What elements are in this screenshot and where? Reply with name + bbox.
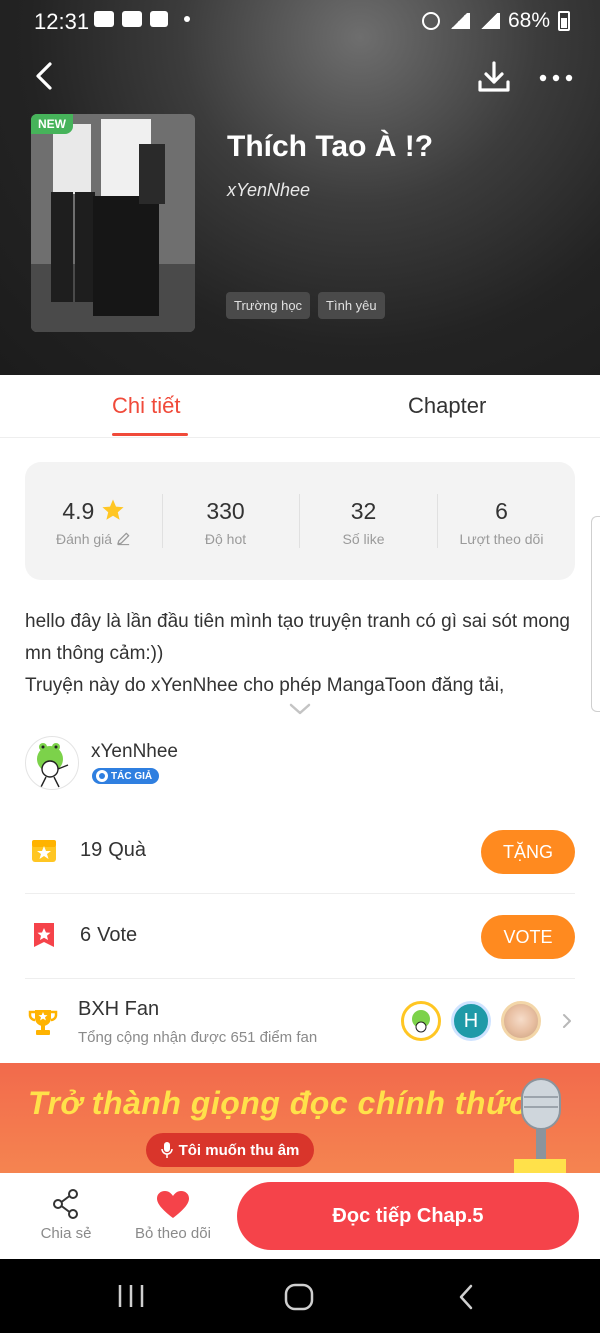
wifi-signal-icon <box>477 13 500 29</box>
recent-apps-icon[interactable] <box>116 1283 146 1309</box>
star-icon <box>102 499 124 520</box>
back-arrow-icon[interactable] <box>28 58 64 94</box>
stat-rating-value-row: 4.9 <box>25 498 162 525</box>
stat-hot-label: Độ hot <box>204 531 247 547</box>
author-role-badge: TÁC GIẢ <box>92 768 160 784</box>
stat-followers-label: Lượt theo dõi <box>459 531 544 547</box>
cover-illustration <box>31 114 195 332</box>
gift-row: 19 Quà TẶNG <box>25 809 575 894</box>
continue-reading-button[interactable]: Đọc tiếp Chap.5 <box>237 1182 579 1250</box>
book-title: Thích Tao À !? <box>227 130 434 163</box>
trophy-icon <box>28 1010 58 1035</box>
fan-ranking-subtitle: Tổng cộng nhận được 651 điểm fan <box>78 1029 318 1046</box>
book-header: 12:31 68% NEW Thích Tao À !? xYenNhee Tr… <box>0 0 600 375</box>
more-notifications-dot-icon <box>184 16 190 22</box>
book-author[interactable]: xYenNhee <box>227 180 310 201</box>
camera-notification-icon <box>94 11 114 27</box>
folder-notification-icon <box>150 11 168 27</box>
chevron-right-icon <box>563 1014 571 1028</box>
vote-row: 6 Vote VOTE <box>25 894 575 979</box>
book-cover-image[interactable] <box>31 114 195 332</box>
vote-ticket-icon <box>34 923 54 947</box>
fan-ranking-row[interactable]: BXH Fan Tổng cộng nhận được 651 điểm fan… <box>25 980 575 1062</box>
top-fan-avatar-3[interactable] <box>501 1001 541 1041</box>
stat-likes-label: Số like <box>342 531 385 547</box>
stat-followers-value: 6 <box>495 498 508 524</box>
stat-followers: 6 Lượt theo dõi <box>433 462 570 580</box>
system-back-icon[interactable] <box>456 1283 476 1311</box>
stats-card: 4.9 Đánh giá 330 Độ hot 32 Số like 6 Lượ… <box>25 462 575 580</box>
unfollow-label: Bỏ theo dõi <box>135 1225 211 1242</box>
battery-percentage: 68% <box>507 9 550 32</box>
edit-pencil-icon <box>117 532 130 546</box>
alarm-icon <box>421 12 440 30</box>
description-line-2: Truyện này do xYenNhee cho phép MangaToo… <box>25 675 505 696</box>
tab-chapter[interactable]: Chapter <box>408 393 486 419</box>
detail-tabs: Chi tiết Chapter <box>0 375 600 438</box>
gift-count: 19 <box>80 839 103 861</box>
vote-count-text: 6 Vote <box>80 924 143 947</box>
gift-label: Quà <box>108 839 147 861</box>
status-bar: 12:31 68% <box>0 0 600 44</box>
record-button-label: Tôi muốn thu âm <box>178 1141 300 1159</box>
stat-rating-label: Đánh giá <box>56 531 113 547</box>
stat-hot: 330 Độ hot <box>157 462 294 580</box>
active-tab-indicator <box>112 433 188 436</box>
record-button[interactable]: Tôi muốn thu âm <box>146 1133 314 1167</box>
frog-avatar-illustration <box>37 743 69 788</box>
microphone-icon <box>160 1142 173 1158</box>
stat-rating[interactable]: 4.9 Đánh giá <box>25 462 162 580</box>
expand-chevron-down-icon[interactable] <box>288 702 312 716</box>
battery-icon <box>558 11 570 31</box>
description-line-1: hello đây là lần đầu tiên mình tạo truyệ… <box>25 611 570 664</box>
tab-details[interactable]: Chi tiết <box>112 393 180 419</box>
author-row[interactable]: xYenNhee TÁC GIẢ <box>25 736 575 796</box>
heart-icon <box>157 1191 189 1218</box>
download-icon[interactable] <box>474 58 514 98</box>
stat-likes-value: 32 <box>350 498 377 524</box>
stat-hot-value: 330 <box>206 498 245 524</box>
gift-count-text: 19 Quà <box>80 839 152 862</box>
studio-microphone-illustration <box>514 1078 566 1173</box>
give-gift-button[interactable]: TẶNG <box>481 830 575 874</box>
book-description: hello đây là lần đầu tiên mình tạo truyệ… <box>25 606 585 702</box>
stat-rating-value: 4.9 <box>62 498 95 524</box>
system-icons: 68% <box>421 9 570 33</box>
new-badge: NEW <box>31 114 73 134</box>
author-avatar[interactable] <box>25 736 79 790</box>
fan-avatar-letter: H <box>463 1010 479 1032</box>
share-label: Chia sẻ <box>40 1225 92 1242</box>
unfollow-button[interactable]: Bỏ theo dõi <box>128 1187 218 1251</box>
voice-actor-banner[interactable]: Trở thành giọng đọc chính thức! Tôi muốn… <box>0 1063 600 1173</box>
mute-icon <box>447 13 470 29</box>
stat-rating-label-row: Đánh giá <box>25 531 162 547</box>
author-name[interactable]: xYenNhee <box>91 741 178 763</box>
genre-tags: Trường học Tình yêu <box>226 292 385 319</box>
genre-tag-romance[interactable]: Tình yêu <box>318 292 385 319</box>
notification-icons <box>94 11 190 27</box>
vote-button[interactable]: VOTE <box>481 915 575 959</box>
bottom-action-bar: Chia sẻ Bỏ theo dõi Đọc tiếp Chap.5 <box>0 1173 600 1259</box>
fan-ranking-title: BXH Fan <box>78 998 160 1020</box>
side-panel-handle[interactable] <box>591 516 600 712</box>
vote-count: 6 <box>80 924 92 946</box>
gift-icon <box>32 840 56 862</box>
verified-icon <box>96 770 108 782</box>
youtube-notification-icon <box>122 11 142 27</box>
home-icon[interactable] <box>284 1283 314 1311</box>
genre-tag-school[interactable]: Trường học <box>226 292 311 319</box>
stat-likes: 32 Số like <box>295 462 432 580</box>
status-time: 12:31 <box>34 9 90 34</box>
author-role-label: TÁC GIẢ <box>111 770 153 782</box>
top-fan-avatar-2[interactable]: H <box>451 1001 491 1041</box>
frog-avatar-icon <box>412 1010 430 1033</box>
banner-headline: Trở thành giọng đọc chính thức! <box>28 1085 539 1121</box>
more-options-icon[interactable] <box>536 58 576 98</box>
vote-label: Vote <box>97 924 138 946</box>
share-icon <box>53 1189 78 1219</box>
top-fan-avatar-1[interactable] <box>401 1001 441 1041</box>
share-button[interactable]: Chia sẻ <box>22 1187 110 1251</box>
system-navigation-bar <box>0 1259 600 1333</box>
